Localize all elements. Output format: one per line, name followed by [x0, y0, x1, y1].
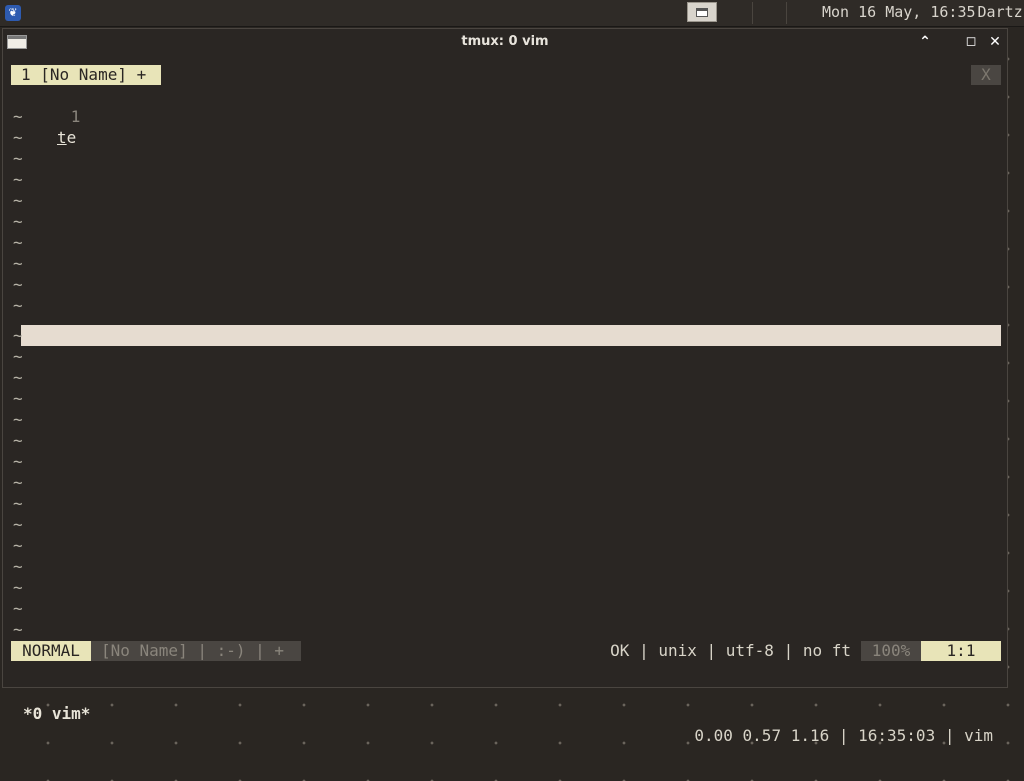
empty-line-tilde: ~	[13, 149, 23, 168]
empty-line-tilde: ~	[13, 620, 23, 639]
empty-line-tilde: ~	[13, 275, 23, 294]
empty-line-tilde: ~	[13, 515, 23, 534]
cursor-char: t	[57, 128, 67, 147]
tmux-statusbar: *0 vim* 0.00 0.57 1.16 | 16:35:03 | vim	[11, 681, 1001, 745]
empty-line-tilde: ~	[13, 494, 23, 513]
terminal-content[interactable]: 1 [No Name] + X 1 te ~ ~ ~ ~ ~ ~ ~ ~ ~ ~…	[9, 61, 1003, 745]
panel-separator	[786, 2, 787, 24]
window-titlebar[interactable]: tmux: 0 vim ⌃ ◻ ✕	[3, 29, 1007, 55]
vim-encoding-info: OK | unix | utf-8 | no ft	[610, 641, 851, 660]
vim-statusline: NORMAL [No Name] | :-) | + OK | unix | u…	[11, 641, 1001, 661]
empty-line-tilde: ~	[13, 296, 23, 315]
vim-tab-active[interactable]: 1 [No Name] +	[11, 65, 161, 85]
empty-line-tilde: ~	[13, 368, 23, 387]
vim-cursor-position: 1:1	[921, 641, 1001, 661]
empty-line-tilde: ~	[13, 212, 23, 231]
empty-line-tilde: ~	[13, 347, 23, 366]
empty-line-tilde: ~	[13, 599, 23, 618]
empty-line-tilde: ~	[13, 389, 23, 408]
line-text-rest: e	[66, 128, 77, 147]
buffer-line-1[interactable]: 1 te	[13, 85, 80, 147]
empty-line-tilde: ~	[13, 191, 23, 210]
empty-line-tilde: ~	[13, 128, 23, 147]
empty-line-tilde: ~	[13, 578, 23, 597]
highlight-bar	[21, 325, 1001, 346]
empty-line-tilde: ~	[13, 536, 23, 555]
empty-line-tilde: ~	[13, 170, 23, 189]
empty-line-tilde: ~	[13, 254, 23, 273]
empty-line-tilde: ~	[13, 452, 23, 471]
top-panel: ❦ Mon 16 May, 16:35 Dartz	[0, 0, 1024, 27]
empty-line-tilde: ~	[13, 557, 23, 576]
line-text: te	[57, 127, 76, 148]
tmux-status-right: 0.00 0.57 1.16 | 16:35:03 | vim	[694, 726, 993, 745]
vim-scroll-percent: 100%	[861, 641, 921, 661]
empty-line-tilde: ~	[13, 233, 23, 252]
empty-line-tilde: ~	[13, 326, 23, 345]
clock-text: Mon 16 May, 16:35	[822, 3, 976, 21]
empty-line-tilde: ~	[13, 107, 23, 126]
vim-mode-indicator: NORMAL	[11, 641, 91, 661]
line-number: 1	[70, 107, 81, 126]
tmux-window-tab[interactable]: *0 vim*	[23, 703, 90, 725]
terminal-window: tmux: 0 vim ⌃ ◻ ✕ 1 [No Name] + X 1 te ~…	[2, 28, 1008, 745]
taskbar-window-button[interactable]	[687, 2, 717, 22]
panel-separator	[752, 2, 753, 24]
window-title: tmux: 0 vim	[461, 34, 549, 49]
vim-tab-close-button[interactable]: X	[971, 65, 1001, 85]
empty-line-tilde: ~	[13, 410, 23, 429]
empty-line-tilde: ~	[13, 473, 23, 492]
window-icon	[696, 8, 708, 17]
username: Dartz	[977, 3, 1023, 21]
minimize-button[interactable]: ⌃	[915, 32, 935, 52]
app-menu-icon[interactable]: ❦	[5, 5, 21, 21]
vim-file-info: [No Name] | :-) | +	[91, 641, 301, 661]
empty-line-tilde: ~	[13, 431, 23, 450]
panel-clock[interactable]: Mon 16 May, 16:35 Dartz	[822, 3, 1023, 21]
close-button[interactable]: ✕	[985, 32, 1005, 52]
maximize-button[interactable]: ◻	[961, 32, 981, 52]
